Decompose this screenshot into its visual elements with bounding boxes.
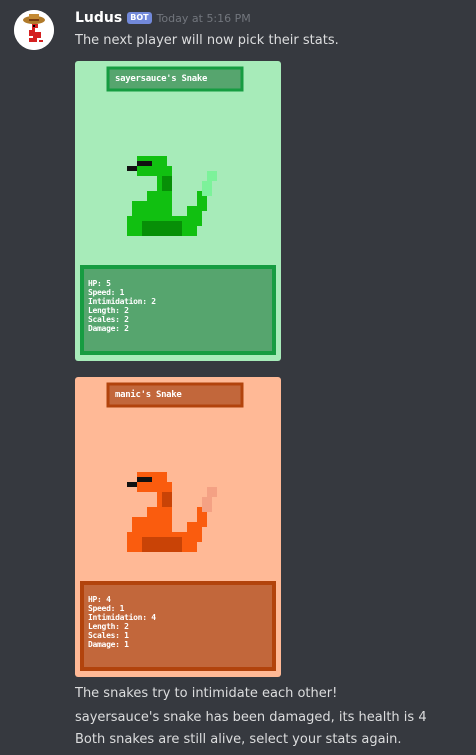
- result-line: sayersauce's snake has been damaged, its…: [75, 710, 427, 725]
- snake-icon: [127, 472, 217, 552]
- snake-icon: [127, 156, 217, 236]
- stats-panel: HP: 4 Speed: 1 Intimidation: 4 Length: 2…: [82, 583, 274, 669]
- stat-length: Length: 2: [88, 306, 129, 315]
- stats-panel: HP: 5 Speed: 1 Intimidation: 2 Length: 2…: [82, 267, 274, 353]
- snake-card-image[interactable]: sayersauce's Snake HP: 5 Speed: 1 Intimi…: [75, 61, 281, 361]
- stat-damage: Damage: 2: [88, 324, 129, 333]
- stat-intimidation: Intimidation: 2: [88, 297, 156, 306]
- result-line: Both snakes are still alive, select your…: [75, 732, 402, 747]
- stat-speed: Speed: 1: [88, 604, 125, 613]
- message-text: The next player will now pick their stat…: [75, 33, 339, 48]
- message-header: Ludus BOT Today at 5:16 PM: [75, 8, 251, 28]
- card-title: sayersauce's Snake: [115, 74, 208, 84]
- stat-speed: Speed: 1: [88, 288, 125, 297]
- stat-hp: HP: 4: [88, 595, 111, 604]
- username[interactable]: Ludus: [75, 10, 122, 26]
- stat-damage: Damage: 1: [88, 640, 129, 649]
- result-line: The snakes try to intimidate each other!: [75, 686, 338, 701]
- stat-intimidation: Intimidation: 4: [88, 613, 156, 622]
- stat-scales: Scales: 2: [88, 315, 129, 324]
- ludus-avatar-icon: [14, 10, 54, 50]
- timestamp[interactable]: Today at 5:16 PM: [157, 12, 251, 25]
- snake-card-image[interactable]: manic's Snake HP: 4 Speed: 1 Intimidatio…: [75, 377, 281, 677]
- stat-hp: HP: 5: [88, 279, 111, 288]
- stat-length: Length: 2: [88, 622, 129, 631]
- bot-badge: BOT: [127, 12, 152, 24]
- stat-scales: Scales: 1: [88, 631, 129, 640]
- avatar[interactable]: [14, 10, 54, 50]
- card-title: manic's Snake: [115, 390, 182, 400]
